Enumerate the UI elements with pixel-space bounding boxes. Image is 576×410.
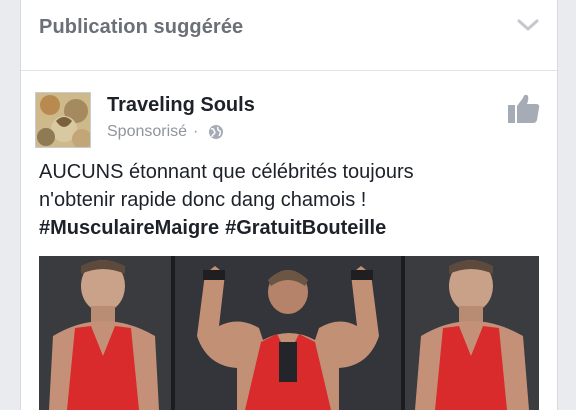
header-title: Publication suggérée: [39, 16, 244, 38]
hashtag-row: #MusculaireMaigre #GratuitBouteille: [39, 214, 539, 242]
globe-icon: [209, 125, 224, 139]
post-header: Traveling Souls Sponsorisé ·: [35, 90, 545, 150]
post-text-line: AUCUNS étonnant que célébrités toujours: [39, 161, 414, 183]
suggested-post-card: Publication suggérée Traveling Souls Spo…: [20, 0, 558, 410]
avatar[interactable]: [35, 92, 91, 148]
meta-separator: ·: [193, 123, 199, 140]
thumbs-up-icon[interactable]: [507, 92, 541, 124]
post-text: AUCUNS étonnant que célébrités toujours …: [39, 158, 539, 242]
chevron-down-icon[interactable]: [517, 18, 539, 32]
hashtag-link[interactable]: #GratuitBouteille: [225, 217, 386, 239]
page-name-link[interactable]: Traveling Souls: [107, 94, 255, 117]
post-text-line: n'obtenir rapide donc dang chamois !: [39, 189, 367, 211]
post-image[interactable]: [39, 256, 539, 410]
post-meta: Sponsorisé ·: [107, 123, 224, 141]
card-header: Publication suggérée: [21, 0, 557, 71]
hashtag-link[interactable]: #MusculaireMaigre: [39, 217, 219, 239]
sponsored-label[interactable]: Sponsorisé: [107, 123, 187, 141]
